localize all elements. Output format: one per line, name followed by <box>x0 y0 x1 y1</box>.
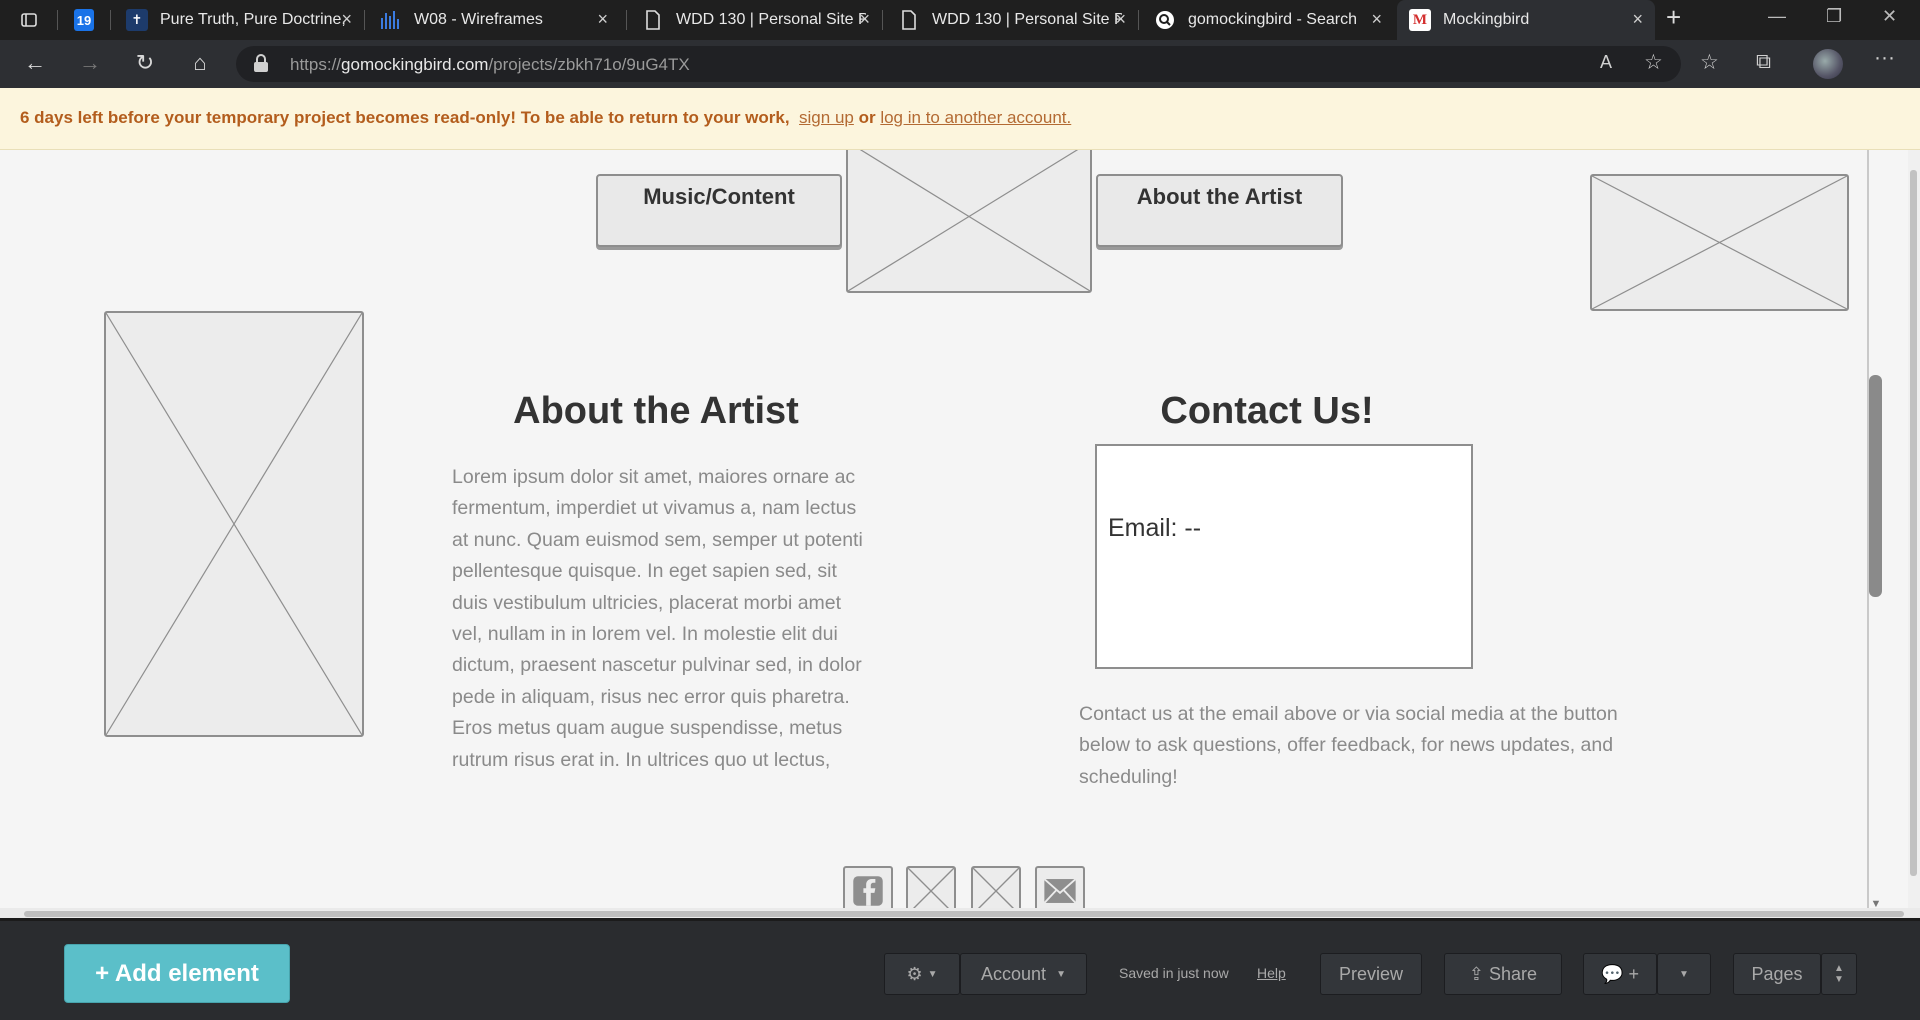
tab-pure-truth[interactable]: ✝ Pure Truth, Pure Doctrine, ... × <box>114 0 364 40</box>
logo-image-placeholder[interactable] <box>846 150 1092 293</box>
browser-toolbar: ← → ↻ ⌂ https://gomockingbird.com/projec… <box>0 40 1920 88</box>
url-text[interactable]: https://gomockingbird.com/projects/zbkh7… <box>290 55 690 75</box>
share-button[interactable]: ⇪ Share <box>1444 953 1562 995</box>
tab-label: W08 - Wireframes <box>414 11 543 28</box>
tab-actions-button[interactable] <box>8 0 48 40</box>
tab-calendar[interactable]: 19 <box>62 0 106 40</box>
close-icon[interactable]: × <box>859 9 870 30</box>
account-button[interactable]: Account ▼ <box>960 953 1087 995</box>
header-image-placeholder[interactable] <box>1590 174 1849 311</box>
editor-toolbar: + Add element ⚙ ▼ Account ▼ Saved in jus… <box>0 918 1920 1020</box>
saved-status: Saved in just now <box>1119 965 1229 981</box>
add-element-button[interactable]: + Add element <box>64 944 290 1003</box>
about-artist-button[interactable]: About the Artist <box>1096 174 1343 247</box>
comment-plus-label: + <box>1628 963 1639 984</box>
canvas-scrollbar-thumb[interactable] <box>1869 375 1882 597</box>
help-link[interactable]: Help <box>1257 965 1286 981</box>
document-icon <box>898 9 920 31</box>
pages-button[interactable]: Pages <box>1733 953 1821 995</box>
about-body-text[interactable]: Lorem ipsum dolor sit amet, maiores orna… <box>452 462 872 776</box>
horizontal-scrollbar-thumb[interactable] <box>24 911 1904 917</box>
artist-image-placeholder[interactable] <box>104 311 364 737</box>
browser-tab-strip: 19 ✝ Pure Truth, Pure Doctrine, ... × W0… <box>0 0 1920 40</box>
home-button[interactable]: ⌂ <box>185 50 215 76</box>
tab-label: WDD 130 | Personal Site Pl... <box>932 11 1122 28</box>
profile-avatar[interactable] <box>1813 49 1843 79</box>
search-icon <box>1154 9 1176 31</box>
reload-button[interactable]: ↻ <box>130 50 160 76</box>
tab-actions-icon <box>21 13 37 27</box>
chevron-down-icon: ▼ <box>1056 968 1066 980</box>
minimize-button[interactable]: — <box>1768 6 1786 27</box>
preview-button[interactable]: Preview <box>1320 953 1422 995</box>
wireframe-canvas[interactable]: Music/Content About the Artist About the… <box>0 150 1920 915</box>
comment-icon: 💬 <box>1601 963 1624 984</box>
new-tab-button[interactable]: + <box>1666 2 1681 33</box>
email-box[interactable]: Email: -- <box>1095 444 1473 669</box>
cross-icon: ✝ <box>126 9 148 31</box>
tab-label: Pure Truth, Pure Doctrine, ... <box>160 11 350 28</box>
page-scrollbar-thumb[interactable] <box>1910 170 1917 876</box>
close-icon[interactable]: × <box>1371 9 1382 30</box>
contact-heading[interactable]: Contact Us! <box>1067 390 1467 433</box>
close-icon[interactable]: × <box>597 9 608 30</box>
chevron-down-icon: ▼ <box>1834 974 1844 985</box>
comment-button[interactable]: 💬 + <box>1583 953 1657 995</box>
account-label: Account <box>981 963 1047 984</box>
read-aloud-icon[interactable]: A <box>1600 52 1612 73</box>
tab-label: gomockingbird - Search <box>1188 11 1357 28</box>
restore-button[interactable]: ❐ <box>1826 6 1842 27</box>
settings-button[interactable]: ⚙ ▼ <box>884 953 960 995</box>
collections-icon[interactable]: ⧉ <box>1756 50 1771 74</box>
bars-icon <box>380 9 402 31</box>
sign-up-link[interactable]: sign up <box>799 108 854 127</box>
favorites-icon[interactable]: ☆ <box>1700 50 1719 75</box>
about-heading[interactable]: About the Artist <box>456 390 856 433</box>
back-button[interactable]: ← <box>20 50 50 76</box>
notice-text: 6 days left before your temporary projec… <box>20 108 1072 127</box>
close-icon[interactable]: × <box>1632 9 1643 30</box>
pages-stepper[interactable]: ▲ ▼ <box>1821 953 1857 995</box>
tab-wireframes[interactable]: W08 - Wireframes × <box>368 0 620 40</box>
contact-body-text[interactable]: Contact us at the email above or via soc… <box>1079 699 1669 793</box>
favorite-star-icon[interactable]: ☆ <box>1644 50 1663 75</box>
email-text: Email: -- <box>1108 514 1202 542</box>
tab-wdd-2[interactable]: WDD 130 | Personal Site Pl... × <box>886 0 1138 40</box>
chevron-up-icon: ▲ <box>1834 963 1844 974</box>
tab-wdd-1[interactable]: WDD 130 | Personal Site Pl... × <box>630 0 882 40</box>
chevron-down-icon: ▼ <box>927 968 938 980</box>
readonly-notice-banner: 6 days left before your temporary projec… <box>0 88 1920 150</box>
tab-search[interactable]: gomockingbird - Search × <box>1142 0 1394 40</box>
close-window-button[interactable]: ✕ <box>1882 6 1897 27</box>
share-icon: ⇪ <box>1468 963 1485 984</box>
m-icon: M <box>1409 9 1431 31</box>
comment-dropdown-button[interactable]: ▼ <box>1657 953 1711 995</box>
music-content-button[interactable]: Music/Content <box>596 174 842 247</box>
log-in-link[interactable]: log in to another account. <box>880 108 1071 127</box>
chevron-down-icon: ▼ <box>1679 968 1689 980</box>
close-icon[interactable]: × <box>341 9 352 30</box>
tab-label: Mockingbird <box>1443 11 1530 28</box>
lock-icon[interactable] <box>254 54 268 72</box>
document-icon <box>642 9 664 31</box>
close-icon[interactable]: × <box>1115 9 1126 30</box>
calendar-icon: 19 <box>74 9 94 31</box>
gear-icon: ⚙ <box>906 963 923 984</box>
more-menu-icon[interactable]: ··· <box>1874 46 1895 70</box>
forward-button[interactable]: → <box>75 50 105 76</box>
tab-label: WDD 130 | Personal Site Pl... <box>676 11 866 28</box>
address-bar[interactable]: https://gomockingbird.com/projects/zbkh7… <box>236 46 1681 82</box>
tab-mockingbird[interactable]: M Mockingbird × <box>1397 0 1655 40</box>
share-label: Share <box>1489 963 1538 984</box>
